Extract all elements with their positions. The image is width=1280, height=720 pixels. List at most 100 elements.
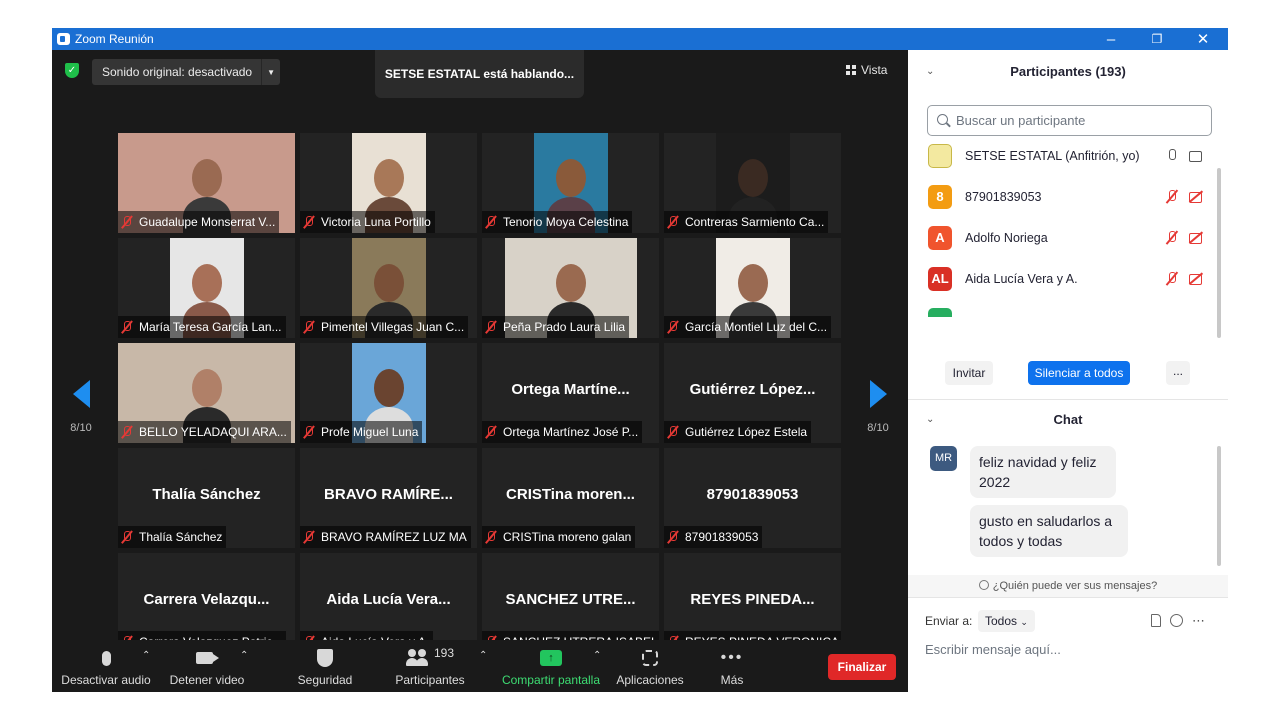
zoom-window: Zoom Reunión – ❐ ✕ ✓ Sonido original: de… xyxy=(52,28,1228,692)
send-to-label: Enviar a: xyxy=(925,614,973,628)
mute-audio-button[interactable]: Desactivar audio xyxy=(60,640,152,692)
end-meeting-button[interactable]: Finalizar xyxy=(828,654,896,680)
apps-button[interactable]: Aplicaciones xyxy=(614,640,686,692)
participants-options-chevron-icon[interactable]: ⌃ xyxy=(479,650,487,661)
emoji-icon[interactable] xyxy=(1170,614,1183,627)
participant-search-input[interactable]: Buscar un participante xyxy=(927,105,1212,136)
participant-display-name: 87901839053 xyxy=(706,486,799,503)
participant-tile[interactable]: Contreras Sarmiento Ca... xyxy=(664,133,841,233)
chat-input-divider xyxy=(908,597,1228,598)
microphone-muted-icon xyxy=(303,216,315,228)
participant-name-label: María Teresa García Lan... xyxy=(118,316,286,338)
participant-tile[interactable]: Thalía Sánchez Thalía Sánchez xyxy=(118,448,295,548)
participant-list-name: 87901839053 xyxy=(965,190,1042,204)
chat-tools: ⋯ xyxy=(1151,613,1205,629)
restore-button[interactable]: ❐ xyxy=(1134,28,1180,50)
participant-avatar: A xyxy=(928,226,952,250)
participant-tile[interactable]: María Teresa García Lan... xyxy=(118,238,295,338)
video-off-icon xyxy=(1188,189,1204,205)
next-page-button[interactable]: 8/10 xyxy=(863,380,893,434)
participant-name-label: Pimentel Villegas Juan C... xyxy=(300,316,469,338)
participants-button[interactable]: 193 Participantes xyxy=(392,640,468,692)
participant-tile[interactable]: Profe Miguel Luna xyxy=(300,343,477,443)
participant-row[interactable]: SETSE ESTATAL (Anfitrión, yo) xyxy=(908,142,1220,177)
chat-collapse-chevron-icon[interactable]: ⌄ xyxy=(926,400,934,440)
participant-row[interactable]: A Adolfo Noriega xyxy=(908,218,1220,259)
share-screen-button[interactable]: ↑ Compartir pantalla xyxy=(500,640,602,692)
microphone-muted-icon xyxy=(485,531,497,543)
chat-more-icon[interactable]: ⋯ xyxy=(1192,613,1205,628)
participant-tile[interactable]: Guadalupe Monserrat V... xyxy=(118,133,295,233)
chevron-down-icon[interactable]: ▼ xyxy=(262,68,280,77)
participant-tile[interactable]: Aida Lucía Vera...Aida Lucía Vera y A. xyxy=(300,553,477,653)
participant-name: CRISTina moreno galan xyxy=(503,530,632,544)
chat-message-input[interactable]: Escribir mensaje aquí... xyxy=(925,642,1061,657)
participant-display-name: REYES PINEDA... xyxy=(690,591,815,608)
microphone-muted-icon xyxy=(121,531,133,543)
participant-display-name: Ortega Martíne... xyxy=(511,381,630,398)
participant-name: Peña Prado Laura Lilia xyxy=(503,320,626,334)
security-shield-icon xyxy=(317,649,333,667)
more-button[interactable]: ••• Más xyxy=(712,640,752,692)
participants-more-button[interactable]: ... xyxy=(1166,361,1190,385)
participant-row[interactable] xyxy=(908,300,1220,317)
who-can-see-link[interactable]: ¿Quién puede ver sus mensajes? xyxy=(908,575,1228,597)
participant-name-label: 87901839053 xyxy=(664,526,763,548)
more-label: Más xyxy=(720,673,744,687)
person-icon xyxy=(978,580,989,590)
encryption-shield-icon[interactable]: ✓ xyxy=(65,63,79,78)
previous-page-button[interactable]: 8/10 xyxy=(66,380,96,434)
arrow-right-icon[interactable] xyxy=(869,380,887,408)
participants-icon xyxy=(405,649,430,667)
participant-tile[interactable]: Pimentel Villegas Juan C... xyxy=(300,238,477,338)
participant-name-label: Thalía Sánchez xyxy=(118,526,227,548)
participant-row[interactable]: 8 87901839053 xyxy=(908,177,1220,218)
participant-name-label: Guadalupe Monserrat V... xyxy=(118,211,280,233)
chevron-down-icon: ⌄ xyxy=(1020,617,1028,627)
participant-tile[interactable]: 87901839053 87901839053 xyxy=(664,448,841,548)
video-options-chevron-icon[interactable]: ⌃ xyxy=(240,650,248,661)
microphone-muted-icon xyxy=(667,321,679,333)
participant-tile[interactable]: Tenorio Moya Celestina xyxy=(482,133,659,233)
participant-avatar xyxy=(928,144,952,168)
security-button[interactable]: Seguridad xyxy=(292,640,358,692)
participant-tile[interactable]: BRAVO RAMÍRE... BRAVO RAMÍREZ LUZ MA xyxy=(300,448,477,548)
page-indicator-right: 8/10 xyxy=(867,422,889,434)
minimize-button[interactable]: – xyxy=(1088,28,1134,50)
view-button[interactable]: Vista xyxy=(846,63,887,77)
participant-tile[interactable]: BELLO YELADAQUI ARA... xyxy=(118,343,295,443)
meeting-area: ✓ Sonido original: desactivado ▼ SETSE E… xyxy=(52,50,908,692)
video-off-icon xyxy=(1188,230,1204,246)
participant-name: Tenorio Moya Celestina xyxy=(503,215,629,229)
chat-scrollbar[interactable] xyxy=(1217,446,1221,566)
audio-options-chevron-icon[interactable]: ⌃ xyxy=(142,650,150,661)
participant-tile[interactable]: Peña Prado Laura Lilia xyxy=(482,238,659,338)
participant-tile[interactable]: SANCHEZ UTRE...SANCHEZ UTRERA ISABEL xyxy=(482,553,659,653)
side-panel: ⌄ Participantes (193) Buscar un particip… xyxy=(908,50,1228,692)
participant-name: Profe Miguel Luna xyxy=(321,425,419,439)
participant-tile[interactable]: Carrera Velazqu...Carrera Velazquez Patr… xyxy=(118,553,295,653)
original-sound-label[interactable]: Sonido original: desactivado xyxy=(92,59,263,85)
participant-tile[interactable]: REYES PINEDA...REYES PINEDA VERONICA xyxy=(664,553,841,653)
apps-icon xyxy=(642,650,658,666)
arrow-left-icon[interactable] xyxy=(72,380,90,408)
microphone-muted-icon xyxy=(485,216,497,228)
participant-row[interactable]: AL Aida Lucía Vera y A. xyxy=(908,259,1220,300)
participant-tile[interactable]: García Montiel Luz del C... xyxy=(664,238,841,338)
send-to-dropdown[interactable]: Todos ⌄ xyxy=(978,610,1035,632)
collapse-chevron-icon[interactable]: ⌄ xyxy=(926,52,934,92)
participant-name: Pimentel Villegas Juan C... xyxy=(321,320,465,334)
file-attach-icon[interactable] xyxy=(1151,614,1161,627)
mute-all-button[interactable]: Silenciar a todos xyxy=(1028,361,1130,385)
invite-button[interactable]: Invitar xyxy=(945,361,993,385)
original-sound-control[interactable]: Sonido original: desactivado ▼ xyxy=(92,59,281,85)
participant-tile[interactable]: Gutiérrez López... Gutiérrez López Estela xyxy=(664,343,841,443)
participant-tile[interactable]: Victoria Luna Portillo xyxy=(300,133,477,233)
participant-tile[interactable]: Ortega Martíne... Ortega Martínez José P.… xyxy=(482,343,659,443)
participant-tile[interactable]: CRISTina moren... CRISTina moreno galan xyxy=(482,448,659,548)
share-options-chevron-icon[interactable]: ⌃ xyxy=(593,650,601,661)
active-speaker-banner: SETSE ESTATAL está hablando... xyxy=(375,50,584,98)
participant-list-scrollbar[interactable] xyxy=(1217,168,1221,338)
stop-video-button[interactable]: Detener video xyxy=(166,640,248,692)
close-button[interactable]: ✕ xyxy=(1180,28,1226,50)
